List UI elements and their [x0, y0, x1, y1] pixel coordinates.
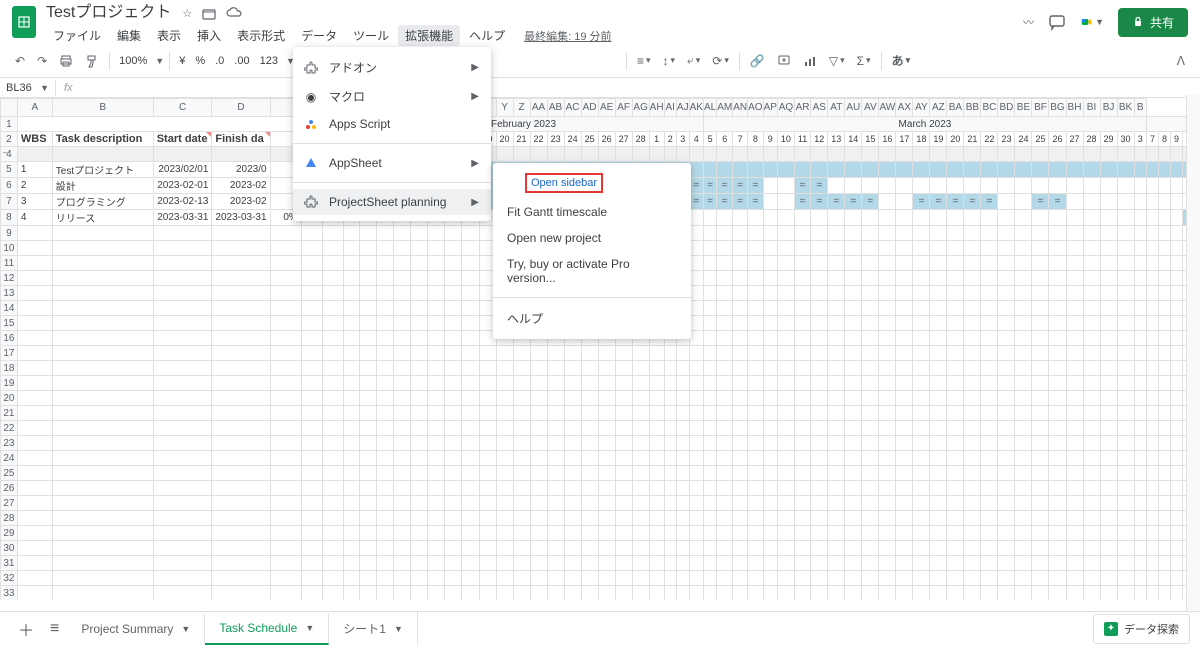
zoom-select[interactable]: 100% — [115, 55, 151, 67]
menu-appsheet[interactable]: AppSheet▶ — [293, 150, 491, 176]
number-format-button[interactable]: 123 — [256, 55, 282, 67]
undo-button[interactable]: ↶ — [10, 50, 30, 72]
record-icon: ◉ — [303, 89, 319, 105]
menu-help-sub[interactable]: ヘルプ — [493, 304, 691, 333]
header-right: 〰 ▼ 共有 — [1023, 8, 1188, 37]
add-sheet-button[interactable]: ＋ — [10, 611, 42, 647]
functions-button[interactable]: Σ▾ — [852, 50, 876, 72]
projectsheet-submenu: Open sidebar Fit Gantt timescale Open ne… — [493, 163, 691, 339]
paint-format-button[interactable] — [80, 50, 104, 72]
currency-button[interactable]: ¥ — [175, 55, 189, 67]
activity-icon[interactable]: 〰 — [1023, 14, 1034, 30]
menu-data[interactable]: データ — [294, 25, 344, 46]
meet-icon[interactable]: ▼ — [1080, 10, 1104, 34]
redo-button[interactable]: ↷ — [32, 50, 52, 72]
percent-button[interactable]: % — [191, 55, 209, 67]
explore-button[interactable]: ✦データ探索 — [1093, 614, 1190, 644]
chevron-right-icon: ▶ — [471, 62, 479, 73]
menu-insert[interactable]: 挿入 — [190, 25, 228, 46]
sheets-logo[interactable] — [12, 6, 36, 38]
formula-bar: BL36▼ fx — [0, 78, 1200, 98]
dec-decrease-button[interactable]: .0 — [211, 55, 228, 67]
doc-title[interactable]: Testプロジェクト — [46, 0, 171, 22]
cloud-icon[interactable] — [226, 7, 242, 21]
last-edit[interactable]: 最終編集: 19 分前 — [524, 28, 611, 44]
rotate-button[interactable]: ⟳▾ — [707, 50, 734, 72]
sheet-tab-bar: ＋ ≡ Project Summary▼ Task Schedule▼ シート1… — [0, 611, 1200, 645]
filter-button[interactable]: ▽▾ — [824, 50, 850, 72]
appsheet-icon — [303, 155, 319, 171]
link-button[interactable]: 🔗 — [745, 50, 770, 72]
chevron-right-icon: ▶ — [471, 158, 479, 169]
toolbar: ↶ ↷ 100%▼ ¥ % .0 .00 123▼ デフォル...▼ ≡▾ ↕▾… — [0, 44, 1200, 78]
collapse-toolbar-button[interactable]: ᐱ — [1172, 50, 1190, 72]
menu-macro[interactable]: ◉マクロ▶ — [293, 82, 491, 111]
title-area: Testプロジェクト ☆ ファイル 編集 表示 挿入 表示形式 データ ツール … — [46, 0, 1023, 47]
menu-extensions[interactable]: 拡張機能 — [398, 25, 460, 46]
menu-fit-gantt[interactable]: Fit Gantt timescale — [493, 199, 691, 225]
move-icon[interactable] — [202, 7, 216, 21]
puzzle-icon — [303, 194, 319, 210]
menu-try-pro[interactable]: Try, buy or activate Pro version... — [493, 251, 691, 291]
menu-help[interactable]: ヘルプ — [462, 25, 512, 46]
wrap-button[interactable]: ⤶▾ — [682, 49, 705, 72]
menu-format[interactable]: 表示形式 — [230, 25, 292, 46]
chevron-right-icon: ▶ — [471, 197, 479, 208]
menu-projectsheet[interactable]: ProjectSheet planning▶ — [293, 189, 491, 215]
tab-task-schedule[interactable]: Task Schedule▼ — [205, 613, 329, 645]
print-button[interactable] — [54, 50, 78, 72]
all-sheets-button[interactable]: ≡ — [42, 614, 67, 644]
comment-icon[interactable] — [1048, 13, 1066, 31]
extensions-menu: アドオン▶ ◉マクロ▶ Apps Script AppSheet▶ Projec… — [293, 47, 491, 221]
vertical-scrollbar[interactable] — [1186, 95, 1200, 611]
menu-edit[interactable]: 編集 — [110, 25, 148, 46]
menubar: ファイル 編集 表示 挿入 表示形式 データ ツール 拡張機能 ヘルプ 最終編集… — [46, 25, 1023, 47]
comment-add-button[interactable] — [772, 50, 796, 72]
chart-button[interactable] — [798, 50, 822, 72]
menu-open-sidebar[interactable]: Open sidebar — [525, 173, 603, 193]
app-header: Testプロジェクト ☆ ファイル 編集 表示 挿入 表示形式 データ ツール … — [0, 0, 1200, 44]
menu-file[interactable]: ファイル — [46, 25, 108, 46]
name-box[interactable]: BL36▼ — [0, 80, 56, 96]
appsscript-icon — [303, 116, 319, 132]
tab-project-summary[interactable]: Project Summary▼ — [67, 614, 205, 644]
chevron-right-icon: ▶ — [471, 91, 479, 102]
star-icon[interactable]: ☆ — [182, 7, 192, 21]
dec-increase-button[interactable]: .00 — [230, 55, 253, 67]
puzzle-icon — [303, 60, 319, 76]
menu-tools[interactable]: ツール — [346, 25, 396, 46]
ime-button[interactable]: あ▾ — [887, 48, 916, 73]
share-button[interactable]: 共有 — [1118, 8, 1188, 37]
menu-view[interactable]: 表示 — [150, 25, 188, 46]
tab-sheet1[interactable]: シート1▼ — [329, 612, 418, 645]
menu-open-new-project[interactable]: Open new project — [493, 225, 691, 251]
menu-appsscript[interactable]: Apps Script — [293, 111, 491, 137]
explore-icon: ✦ — [1104, 622, 1118, 636]
valign-button[interactable]: ↕▾ — [658, 50, 681, 72]
share-label: 共有 — [1150, 14, 1174, 31]
halign-button[interactable]: ≡▾ — [632, 50, 656, 72]
menu-addons[interactable]: アドオン▶ — [293, 53, 491, 82]
fx-label: fx — [56, 82, 81, 94]
